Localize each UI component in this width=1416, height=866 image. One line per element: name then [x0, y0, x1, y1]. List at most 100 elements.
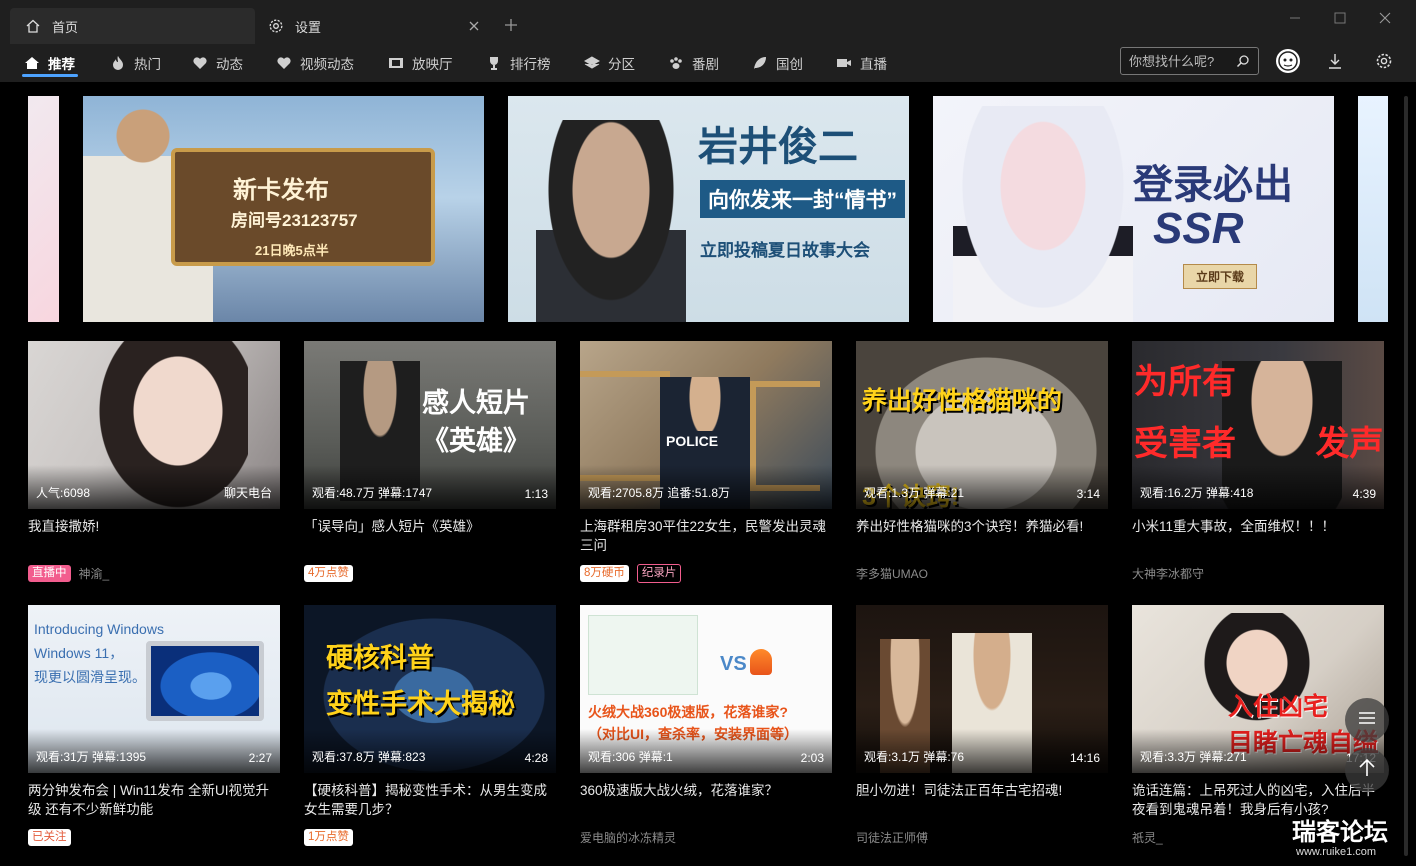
settings-gear-icon[interactable] — [1370, 47, 1398, 75]
nav-label: 放映厅 — [412, 57, 453, 72]
close-window-button[interactable] — [1370, 6, 1400, 30]
paw-icon — [668, 55, 684, 71]
search-icon[interactable] — [1236, 54, 1250, 68]
camera-icon — [836, 55, 852, 71]
tab-label: 首页 — [52, 19, 79, 35]
scrollbar[interactable] — [1404, 96, 1408, 856]
nav-item-cinema[interactable]: 放映厅 — [388, 44, 453, 82]
video-thumbnail[interactable]: 硬核科普 变性手术大揭秘 观看:37.8万 弹幕:823 4:28 — [304, 605, 556, 773]
video-title[interactable]: 【硬核科普】揭秘变性手术：从男生变成女生需要几步？ — [304, 781, 556, 819]
video-author[interactable]: 大神李冰都守 — [1132, 565, 1204, 582]
video-author[interactable]: 祇灵_ — [1132, 829, 1163, 846]
video-thumbnail[interactable]: 人气:6098 聊天电台 — [28, 341, 280, 509]
video-thumbnail[interactable]: 感人短片 《英雄》 观看:48.7万 弹幕:1747 1:13 — [304, 341, 556, 509]
maximize-button[interactable] — [1325, 6, 1355, 30]
thumbnail-screenshot — [588, 615, 698, 695]
video-author[interactable]: 神渝_ — [79, 565, 110, 582]
film-icon — [388, 55, 404, 71]
video-duration: 3:14 — [1076, 487, 1100, 501]
video-duration: 4:28 — [524, 751, 548, 765]
nav-item-guochuang[interactable]: 国创 — [752, 44, 803, 82]
gear-icon — [267, 17, 285, 35]
nav-item-live[interactable]: 直播 — [836, 44, 887, 82]
avatar[interactable] — [1274, 47, 1302, 75]
nav-item-partition[interactable]: 分区 — [584, 44, 635, 82]
video-card[interactable]: 感人短片 《英雄》 观看:48.7万 弹幕:1747 1:13 「误导向」感人短… — [304, 341, 556, 583]
video-title[interactable]: 360极速版大战火绒，花落谁家？ — [580, 781, 832, 819]
video-title[interactable]: 两分钟发布会 | Win11发布 全新UI视觉升级 还有不少新鲜功能 — [28, 781, 280, 819]
video-stats: 观看:37.8万 弹幕:823 — [312, 750, 426, 764]
search-box[interactable] — [1120, 47, 1259, 75]
video-thumbnail[interactable]: 为所有 受害者 发声 观看:16.2万 弹幕:418 4:39 — [1132, 341, 1384, 509]
video-title[interactable]: 「误导向」感人短片《英雄》 — [304, 517, 556, 555]
nav-item-ranking[interactable]: 排行榜 — [486, 44, 551, 82]
nav-label: 排行榜 — [510, 57, 551, 72]
video-stats: 观看:306 弹幕:1 — [588, 750, 673, 764]
coin-badge: 8万硬币 — [580, 564, 629, 582]
banner-iwai[interactable]: 岩井俊二 向你发来一封“情书” 立即投稿夏日故事大会 — [508, 96, 909, 322]
video-duration: 2:03 — [800, 751, 824, 765]
video-card[interactable]: 养出好性格猫咪的 3个诀窍! 观看:1.3万 弹幕:21 3:14 养出好性格猫… — [856, 341, 1108, 583]
video-thumbnail[interactable]: VS 火绒大战360极速版，花落谁家? （对比UI，查杀率，安装界面等） 观看:… — [580, 605, 832, 773]
banner-game[interactable]: 登录必出 SSR 立即下载 — [933, 96, 1334, 322]
video-thumbnail[interactable]: 入住凶宅 目睹亡魂自缢 观看:3.3万 弹幕:271 17:12 — [1132, 605, 1384, 773]
banner-subtitle: 向你发来一封“情书” — [700, 180, 905, 218]
video-author[interactable]: 司徒法正师傅 — [856, 829, 928, 846]
video-card[interactable]: 硬核科普 变性手术大揭秘 观看:37.8万 弹幕:823 4:28 【硬核科普】… — [304, 605, 556, 847]
close-tab-icon[interactable] — [465, 17, 483, 35]
nav-label: 热门 — [134, 57, 161, 72]
thumbnail-overlay-text: 为所有 受害者 发声 — [1134, 363, 1384, 463]
nav-label: 视频动态 — [300, 57, 354, 72]
video-thumbnail[interactable]: POLICE 观看:2705.8万 追番:51.8万 — [580, 341, 832, 509]
video-title[interactable]: 胆小勿进！司徒法正百年古宅招魂! — [856, 781, 1108, 819]
banner-person — [536, 120, 686, 322]
nav-item-video-dynamic[interactable]: 视频动态 — [276, 44, 354, 82]
menu-fab[interactable] — [1345, 698, 1389, 742]
video-title[interactable]: 养出好性格猫咪的3个诀窍！养猫必看! — [856, 517, 1108, 555]
tab-settings[interactable]: 设置 — [255, 8, 493, 44]
watermark-url: www.ruike1.com — [1296, 846, 1377, 858]
home-icon — [24, 17, 42, 35]
nav-item-anime[interactable]: 番剧 — [668, 44, 719, 82]
download-icon[interactable] — [1321, 47, 1349, 75]
layers-icon — [584, 55, 600, 71]
banner-character — [953, 106, 1133, 322]
banner-download-button[interactable]: 立即下载 — [1183, 264, 1258, 289]
nav-item-hot[interactable]: 热门 — [110, 44, 161, 82]
video-card[interactable]: 观看:3.1万 弹幕:76 14:16 胆小勿进！司徒法正百年古宅招魂! 司徒法… — [856, 605, 1108, 847]
video-author[interactable]: 李多猫UMAO — [856, 565, 928, 582]
nav-item-dynamic[interactable]: 动态 — [192, 44, 243, 82]
banner-edge-left[interactable] — [28, 96, 59, 322]
video-card[interactable]: POLICE 观看:2705.8万 追番:51.8万 上海群租房30平住22女生… — [580, 341, 832, 583]
minimize-button[interactable] — [1280, 6, 1310, 30]
banner-edge-right[interactable] — [1358, 96, 1388, 322]
video-stats: 观看:48.7万 弹幕:1747 — [312, 486, 433, 500]
video-thumbnail[interactable]: 养出好性格猫咪的 3个诀窍! 观看:1.3万 弹幕:21 3:14 — [856, 341, 1108, 509]
leaf-icon — [752, 55, 768, 71]
video-thumbnail[interactable]: Introducing Windows Windows 11， 现更以圆滑呈现。… — [28, 605, 280, 773]
video-author[interactable]: 爱电脑的冰冻精灵 — [580, 829, 676, 846]
banner-hearthstone[interactable]: 新卡发布 房间号23123757 21日晚5点半 — [83, 96, 484, 322]
live-badge: 直播中 — [28, 564, 71, 582]
back-to-top-button[interactable] — [1345, 748, 1389, 792]
video-title[interactable]: 小米11重大事故，全面维权！！！ — [1132, 517, 1384, 555]
nav-label: 推荐 — [48, 57, 75, 72]
video-title[interactable]: 我直接撒娇! — [28, 517, 280, 555]
video-title[interactable]: 上海群租房30平住22女生，民警发出灵魂三问 — [580, 517, 832, 555]
banner-time: 21日晚5点半 — [255, 243, 329, 258]
thumbnail-laptop — [146, 641, 264, 721]
trophy-icon — [486, 55, 502, 71]
video-card[interactable]: 为所有 受害者 发声 观看:16.2万 弹幕:418 4:39 小米11重大事故… — [1132, 341, 1384, 583]
video-card[interactable]: 人气:6098 聊天电台 我直接撒娇! 直播中 神渝_ — [28, 341, 280, 583]
video-card[interactable]: VS 火绒大战360极速版，花落谁家? （对比UI，查杀率，安装界面等） 观看:… — [580, 605, 832, 847]
like-badge: 4万点赞 — [304, 564, 353, 582]
tab-home[interactable]: 首页 — [10, 8, 255, 44]
title-bar: 首页 设置 — [0, 0, 1416, 44]
banner-subtitle: 房间号23123757 — [231, 211, 358, 230]
search-input[interactable] — [1129, 52, 1229, 70]
video-duration: 4:39 — [1352, 487, 1376, 501]
arrow-up-icon — [1358, 758, 1376, 783]
video-thumbnail[interactable]: 观看:3.1万 弹幕:76 14:16 — [856, 605, 1108, 773]
new-tab-button[interactable] — [500, 14, 522, 36]
video-card[interactable]: Introducing Windows Windows 11， 现更以圆滑呈现。… — [28, 605, 280, 847]
